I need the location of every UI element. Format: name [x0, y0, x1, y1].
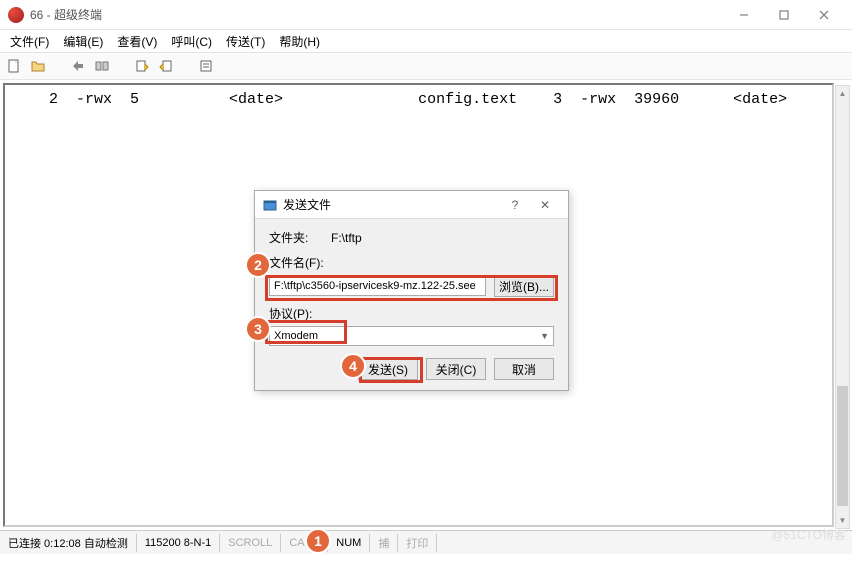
toolbar [0, 52, 852, 80]
send-icon[interactable] [134, 58, 150, 74]
open-icon[interactable] [30, 58, 46, 74]
menu-call[interactable]: 呼叫(C) [165, 31, 218, 52]
protocol-label: 协议(P): [269, 305, 554, 322]
menu-view[interactable]: 查看(V) [111, 31, 163, 52]
new-icon[interactable] [6, 58, 22, 74]
scroll-up-icon[interactable]: ▲ [836, 86, 849, 101]
close-button-dlg[interactable]: 关闭(C) [426, 358, 486, 380]
menu-transfer[interactable]: 传送(T) [220, 31, 271, 52]
status-scroll: SCROLL [220, 534, 281, 552]
dialog-icon [263, 198, 277, 212]
properties-icon[interactable] [198, 58, 214, 74]
dialog-titlebar: 发送文件 ? ✕ [255, 191, 568, 219]
watermark: @51CTO博客 [771, 526, 846, 543]
menu-help[interactable]: 帮助(H) [273, 31, 326, 52]
browse-button[interactable]: 浏览(B)... [494, 275, 554, 297]
cancel-button[interactable]: 取消 [494, 358, 554, 380]
send-button[interactable]: 发送(S) [358, 358, 418, 380]
badge-4: 4 [340, 353, 366, 379]
term-line: 3 -rwx 39960 <date> multiple-fs [517, 91, 834, 108]
filename-input[interactable] [269, 276, 486, 296]
maximize-button[interactable] [764, 1, 804, 29]
folder-label: 文件夹: [269, 229, 331, 246]
status-baud: 115200 8-N-1 [137, 534, 220, 552]
badge-1: 1 [305, 528, 331, 554]
receive-icon[interactable] [158, 58, 174, 74]
close-button[interactable] [804, 1, 844, 29]
dialog-help-button[interactable]: ? [500, 198, 530, 212]
menu-edit[interactable]: 编辑(E) [57, 31, 109, 52]
app-icon [8, 7, 24, 23]
menu-file[interactable]: 文件(F) [4, 31, 55, 52]
chevron-down-icon: ▼ [540, 331, 549, 341]
statusbar: 已连接 0:12:08 自动检测 115200 8-N-1 SCROLL CAP… [0, 530, 852, 554]
badge-2: 2 [245, 252, 271, 278]
protocol-select[interactable]: Xmodem ▼ [269, 326, 554, 346]
folder-value: F:\tftp [331, 231, 362, 245]
terminal-scrollbar[interactable]: ▲ ▼ [835, 85, 850, 529]
dialog-close-button[interactable]: ✕ [530, 198, 560, 212]
disconnect-icon[interactable] [94, 58, 110, 74]
protocol-value: Xmodem [274, 330, 318, 342]
status-num: NUM [328, 534, 370, 552]
status-capture: 捕 [370, 534, 398, 552]
send-file-dialog: 发送文件 ? ✕ 文件夹: F:\tftp 文件名(F): 浏览(B)... 协… [254, 190, 569, 391]
menubar: 文件(F) 编辑(E) 查看(V) 呼叫(C) 传送(T) 帮助(H) [0, 30, 852, 52]
status-conn: 已连接 0:12:08 自动检测 [0, 534, 137, 552]
window-titlebar: 66 - 超级终端 [0, 0, 852, 30]
scroll-thumb[interactable] [837, 386, 848, 506]
term-line: 2 -rwx 5 <date> config.text [13, 91, 517, 108]
status-print: 打印 [398, 534, 437, 552]
badge-3: 3 [245, 316, 271, 342]
filename-label: 文件名(F): [269, 254, 554, 271]
window-title: 66 - 超级终端 [30, 6, 724, 23]
dialog-title: 发送文件 [283, 196, 500, 213]
connect-icon[interactable] [70, 58, 86, 74]
minimize-button[interactable] [724, 1, 764, 29]
